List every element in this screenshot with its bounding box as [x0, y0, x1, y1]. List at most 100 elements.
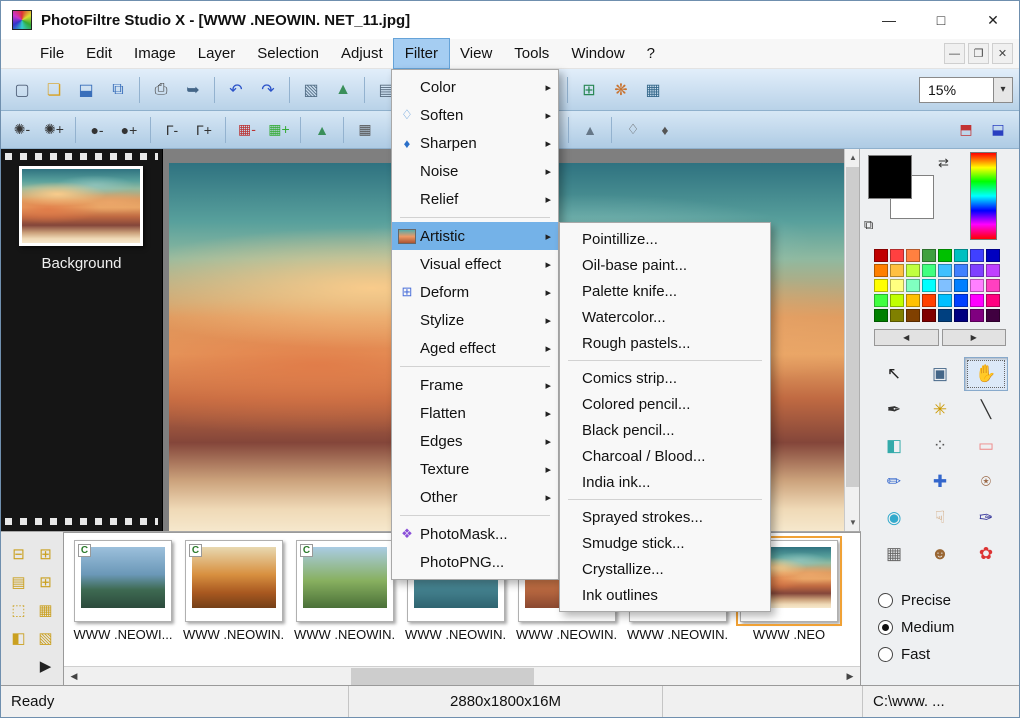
filter-menu-relief[interactable]: Relief▸ — [392, 185, 558, 213]
foreground-color-swatch[interactable] — [868, 155, 912, 199]
new-document-button[interactable]: ▢ — [7, 75, 37, 105]
pipette-tool-button[interactable]: ✒ — [872, 393, 916, 427]
filter-menu-texture[interactable]: Texture▸ — [392, 455, 558, 483]
palette-swatch[interactable] — [874, 279, 888, 292]
palette-swatch[interactable] — [890, 264, 904, 277]
layers-tree-button[interactable]: ⊞ — [574, 75, 604, 105]
pattern-fine-button[interactable]: ▦ — [350, 117, 380, 143]
scroll-left-icon[interactable]: ◀ — [64, 667, 84, 686]
palette-swatch[interactable] — [954, 264, 968, 277]
artistic-menu-crystallize[interactable]: Crystallize... — [560, 556, 770, 582]
minimize-button[interactable]: — — [863, 1, 915, 39]
artistic-menu-colored-pencil[interactable]: Colored pencil... — [560, 391, 770, 417]
mdi-close-button[interactable]: ✕ — [992, 43, 1013, 64]
brush-tool-button[interactable]: ✏ — [872, 465, 916, 499]
gamma-minus-button[interactable]: Γ- — [157, 117, 187, 143]
filter-menu-artistic[interactable]: Artistic▸ — [392, 222, 558, 250]
horizontal-scroll-thumb[interactable] — [351, 668, 534, 685]
contrast-plus-button[interactable]: ●+ — [114, 117, 144, 143]
selection-arrow-tool-button[interactable]: ↖ — [872, 357, 916, 391]
swap-colors-icon[interactable]: ⇄ — [938, 155, 949, 171]
explorer-grid-button[interactable]: ▦ — [32, 596, 59, 624]
palette-swatch[interactable] — [938, 309, 952, 322]
brightness-minus-button[interactable]: ✺- — [7, 117, 37, 143]
filter-menu-flatten[interactable]: Flatten▸ — [392, 399, 558, 427]
explorer-tree-a-button[interactable]: ⊟ — [5, 540, 32, 568]
redo-button[interactable]: ↷ — [253, 75, 283, 105]
filter-menu-soften[interactable]: ♢Soften▸ — [392, 101, 558, 129]
vertical-scroll-thumb[interactable] — [846, 167, 860, 487]
brightness-plus-button[interactable]: ✺+ — [39, 117, 69, 143]
radio-medium-icon[interactable] — [878, 620, 893, 635]
image-size-button[interactable]: ▲ — [328, 75, 358, 105]
menubar-item-edit[interactable]: Edit — [75, 39, 123, 68]
palette-swatch[interactable] — [970, 294, 984, 307]
artistic-menu-palette-knife[interactable]: Palette knife... — [560, 278, 770, 304]
radio-fast-icon[interactable] — [878, 647, 893, 662]
menubar-item-help[interactable]: ? — [636, 39, 666, 68]
magic-wand-tool-button[interactable]: ✳ — [918, 393, 962, 427]
option-fast[interactable]: Fast — [868, 641, 1011, 668]
palette-swatch[interactable] — [986, 249, 1000, 262]
palette-swatch[interactable] — [922, 309, 936, 322]
menubar-item-selection[interactable]: Selection — [246, 39, 330, 68]
palette-swatch[interactable] — [890, 309, 904, 322]
fill-tool-button[interactable]: ◧ — [872, 429, 916, 463]
menubar-item-window[interactable]: Window — [560, 39, 635, 68]
palette-swatch[interactable] — [938, 249, 952, 262]
drop-most-button[interactable]: ♦ — [650, 117, 680, 143]
filter-menu-aged-effect[interactable]: Aged effect▸ — [392, 334, 558, 362]
artistic-menu-comics-strip[interactable]: Comics strip... — [560, 365, 770, 391]
scroll-right-icon[interactable]: ▶ — [840, 667, 860, 686]
explorer-prev-button[interactable]: ◧ — [5, 624, 32, 652]
palette-swatch[interactable] — [938, 264, 952, 277]
explorer-select-button[interactable]: ⬚ — [5, 596, 32, 624]
filter-menu-sharpen[interactable]: ♦Sharpen▸ — [392, 129, 558, 157]
palette-swatch[interactable] — [922, 294, 936, 307]
palette-swatch[interactable] — [986, 264, 1000, 277]
layer-background-thumbnail[interactable] — [19, 166, 143, 246]
palette-swatch[interactable] — [906, 249, 920, 262]
landscape-preset-button[interactable]: ▲ — [575, 117, 605, 143]
filter-menu-frame[interactable]: Frame▸ — [392, 371, 558, 399]
palette-swatch[interactable] — [922, 264, 936, 277]
palette-swatch[interactable] — [954, 309, 968, 322]
filter-menu-stylize[interactable]: Stylize▸ — [392, 306, 558, 334]
palette-swatch[interactable] — [890, 249, 904, 262]
auto-levels-button[interactable]: ▲ — [307, 117, 337, 143]
palette-swatch[interactable] — [906, 279, 920, 292]
gamma-plus-button[interactable]: Γ+ — [189, 117, 219, 143]
retouch-tool-button[interactable]: ☻ — [918, 537, 962, 571]
artistic-menu-india-ink[interactable]: India ink... — [560, 469, 770, 495]
palette-swatch[interactable] — [986, 309, 1000, 322]
palette-swatch[interactable] — [938, 294, 952, 307]
mosaic-tool-button[interactable]: ▦ — [872, 537, 916, 571]
maximize-button[interactable]: □ — [915, 1, 967, 39]
explorer-tree-b-button[interactable]: ⊞ — [32, 540, 59, 568]
palette-swatch[interactable] — [906, 264, 920, 277]
palette-swatch[interactable] — [906, 294, 920, 307]
zoom-dropdown-icon[interactable]: ▾ — [993, 78, 1012, 102]
strawberry-tool-button[interactable]: ✿ — [964, 537, 1008, 571]
menubar-item-adjust[interactable]: Adjust — [330, 39, 394, 68]
filter-menu-other[interactable]: Other▸ — [392, 483, 558, 511]
pen-tool-button[interactable]: ✑ — [964, 501, 1008, 535]
hand-tool-button[interactable]: ✋ — [964, 357, 1008, 391]
palette-swatch[interactable] — [938, 279, 952, 292]
palette-swatch[interactable] — [986, 279, 1000, 292]
menubar-item-layer[interactable]: Layer — [187, 39, 247, 68]
artistic-menu-black-pencil[interactable]: Black pencil... — [560, 417, 770, 443]
menubar-item-file[interactable]: File — [29, 39, 75, 68]
palette-swatch[interactable] — [874, 264, 888, 277]
print-button[interactable]: ⎙ — [146, 75, 176, 105]
filter-menu-photomask[interactable]: ❖PhotoMask... — [392, 520, 558, 548]
close-button[interactable]: ✕ — [967, 1, 1019, 39]
artistic-menu-ink-outlines[interactable]: Ink outlines — [560, 582, 770, 608]
palette-swatch[interactable] — [874, 309, 888, 322]
palette-swatch[interactable] — [890, 279, 904, 292]
smudge-tool-button[interactable]: ☟ — [918, 501, 962, 535]
image-browser-button[interactable]: ▧ — [296, 75, 326, 105]
palette-swatch[interactable] — [970, 279, 984, 292]
filter-menu-color[interactable]: Color▸ — [392, 73, 558, 101]
artistic-menu-sprayed-strokes[interactable]: Sprayed strokes... — [560, 504, 770, 530]
